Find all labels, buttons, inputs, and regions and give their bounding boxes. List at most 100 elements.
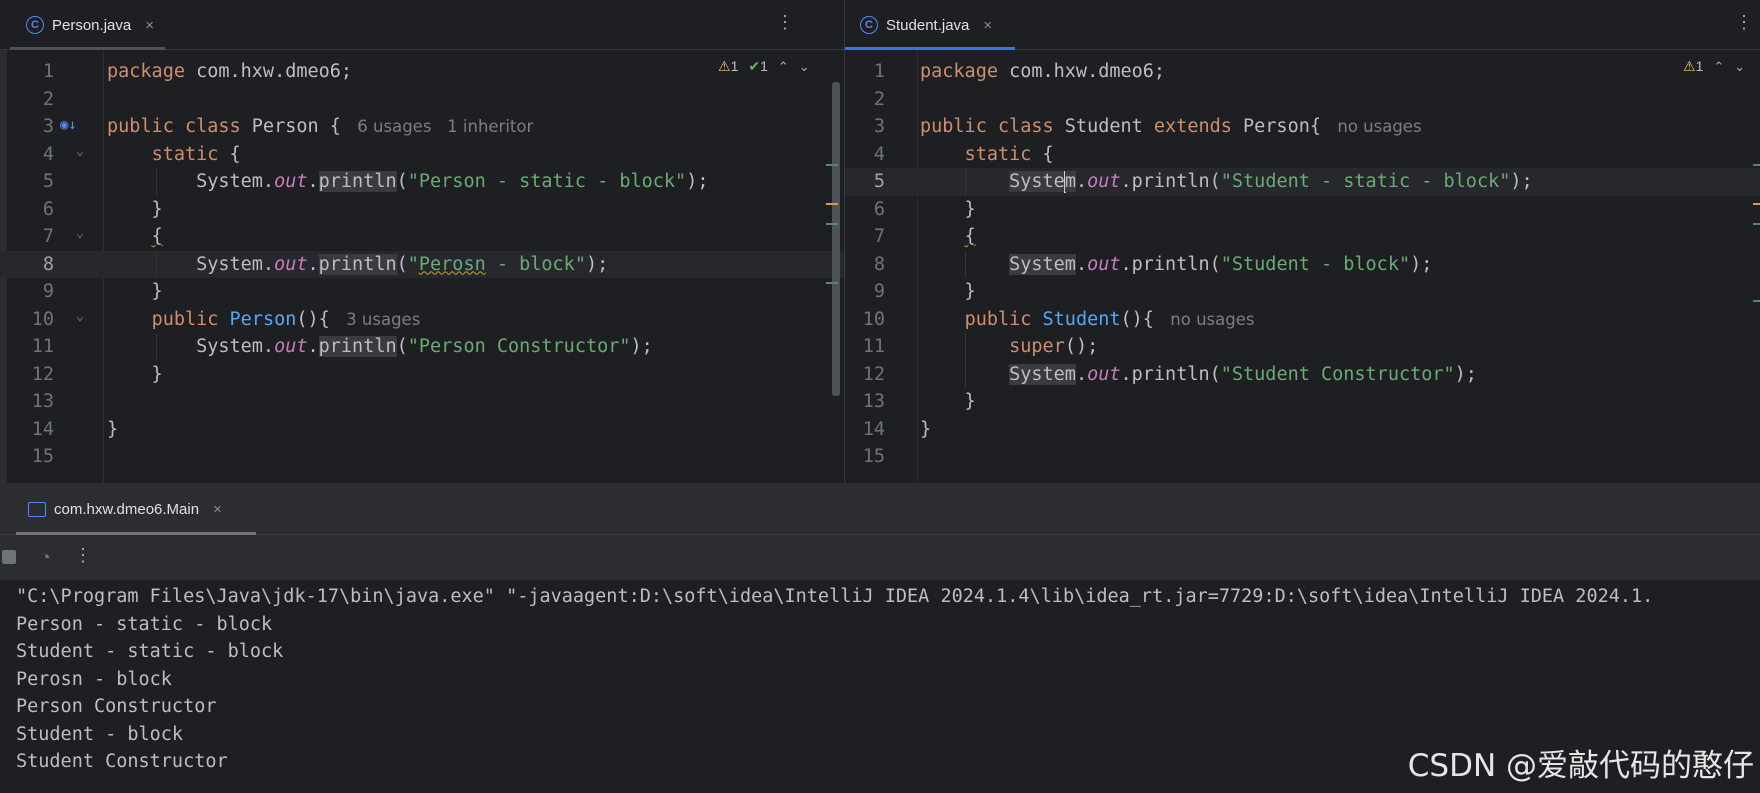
ok-count[interactable]: ✔1 <box>748 58 768 75</box>
code-text[interactable]: } <box>920 278 976 306</box>
line-number[interactable]: 5 <box>845 168 885 196</box>
inlay-hint[interactable]: 3 usages <box>341 310 420 329</box>
code-text[interactable]: } <box>920 196 976 224</box>
code-text[interactable]: } <box>107 278 163 306</box>
code-text[interactable]: public class Person { 6 usages 1 inherit… <box>107 113 533 141</box>
line-number[interactable]: 14 <box>0 416 54 444</box>
code-line[interactable]: 15 <box>845 443 1760 471</box>
warning-count[interactable]: ⚠1 <box>718 58 738 75</box>
run-tab-main[interactable]: com.hxw.dmeo6.Main × <box>28 483 222 535</box>
line-number[interactable]: 1 <box>845 58 885 86</box>
inlay-hint[interactable]: no usages <box>1165 310 1254 329</box>
close-icon[interactable]: × <box>145 17 154 34</box>
code-text[interactable]: static { <box>107 141 241 169</box>
code-line[interactable]: 13 } <box>845 388 1760 416</box>
line-number[interactable]: 11 <box>0 333 54 361</box>
editor-person[interactable]: C Person.java × ⋮ 1 package com.hxw.dmeo6… <box>0 0 844 483</box>
line-number[interactable]: 7 <box>0 223 54 251</box>
line-number[interactable]: 8 <box>0 251 54 279</box>
line-number[interactable]: 15 <box>0 443 54 471</box>
line-number[interactable]: 10 <box>0 306 54 334</box>
code-line[interactable]: 5 System.out.println("Student - static -… <box>845 168 1760 196</box>
override-marker-icon[interactable]: ◉↓ <box>60 117 77 133</box>
code-line[interactable]: 8 System.out.println("Student - block"); <box>845 251 1760 279</box>
inlay-hint[interactable]: no usages <box>1332 117 1421 136</box>
code-line[interactable]: 2 <box>845 86 1760 114</box>
close-icon[interactable]: × <box>983 17 992 34</box>
code-text[interactable]: } <box>920 416 931 444</box>
code-line[interactable]: 14} <box>845 416 1760 444</box>
line-number[interactable]: 9 <box>0 278 54 306</box>
code-area[interactable]: 1 package com.hxw.dmeo6; 2 3 public class St… <box>845 50 1760 483</box>
code-line[interactable]: 10 public Student(){ no usages <box>845 306 1760 334</box>
tab-person-java[interactable]: C Person.java × <box>26 0 154 50</box>
warning-count[interactable]: ⚠1 <box>1683 58 1703 75</box>
code-line[interactable]: 1 package com.hxw.dmeo6; <box>845 58 1760 86</box>
code-text[interactable]: } <box>920 388 976 416</box>
tab-student-java[interactable]: C Student.java × <box>860 0 992 50</box>
code-text[interactable]: package com.hxw.dmeo6; <box>920 58 1165 86</box>
chevron-up-icon[interactable]: ⌃ <box>778 59 789 75</box>
code-text[interactable]: System.out.println("Student - static - b… <box>920 168 1533 196</box>
code-text[interactable]: public class Student extends Person{ no … <box>920 113 1422 141</box>
code-text[interactable]: System.out.println("Person Constructor")… <box>107 333 653 361</box>
line-number[interactable]: 13 <box>0 388 54 416</box>
code-line[interactable]: 4 static { <box>845 141 1760 169</box>
line-number[interactable]: 1 <box>0 58 54 86</box>
vertical-scrollbar[interactable] <box>832 82 840 396</box>
line-number[interactable]: 4 <box>0 141 54 169</box>
inlay-hint[interactable]: 6 usages 1 inheritor <box>352 117 533 136</box>
line-number[interactable]: 11 <box>845 333 885 361</box>
line-number[interactable]: 6 <box>845 196 885 224</box>
code-text[interactable]: } <box>107 196 163 224</box>
fold-icon[interactable]: ⌄ <box>76 309 84 324</box>
fold-icon[interactable]: ⌄ <box>76 144 84 159</box>
editor-student[interactable]: C Student.java × ⋮ 1 package com.hxw.dmeo… <box>845 0 1760 483</box>
code-text[interactable]: super(); <box>920 333 1098 361</box>
code-line[interactable]: 3 public class Person { 6 usages 1 inheri… <box>0 113 844 141</box>
code-text[interactable]: public Student(){ no usages <box>920 306 1255 334</box>
line-number[interactable]: 5 <box>0 168 54 196</box>
code-line[interactable]: 7 { <box>0 223 844 251</box>
code-text[interactable]: { <box>107 223 163 251</box>
code-line[interactable]: 9 } <box>0 278 844 306</box>
code-line[interactable]: 7 { <box>845 223 1760 251</box>
code-line[interactable]: 10 public Person(){ 3 usages <box>0 306 844 334</box>
line-number[interactable]: 3 <box>845 113 885 141</box>
more-icon[interactable]: ⋮ <box>74 545 92 566</box>
code-line[interactable]: 11 super(); <box>845 333 1760 361</box>
line-number[interactable]: 2 <box>0 86 54 114</box>
line-number[interactable]: 10 <box>845 306 885 334</box>
inspection-widget[interactable]: ⚠1 ✔1 ⌃ ⌄ <box>718 58 810 75</box>
code-line[interactable]: 6 } <box>0 196 844 224</box>
code-text[interactable]: } <box>107 361 163 389</box>
code-line[interactable]: 11 System.out.println("Person Constructo… <box>0 333 844 361</box>
code-line[interactable]: 2 <box>0 86 844 114</box>
code-text[interactable]: System.out.println("Student - block"); <box>920 251 1432 279</box>
code-line[interactable]: 12 } <box>0 361 844 389</box>
code-line[interactable]: 5 System.out.println("Person - static - … <box>0 168 844 196</box>
chevron-down-icon[interactable]: ⌄ <box>1734 59 1745 75</box>
more-icon[interactable]: ⋮ <box>1735 12 1753 33</box>
code-text[interactable]: public Person(){ 3 usages <box>107 306 421 334</box>
code-text[interactable]: static { <box>920 141 1054 169</box>
gauge-icon[interactable]: ◔ <box>40 547 51 568</box>
code-line[interactable]: 14} <box>0 416 844 444</box>
code-line[interactable]: 3 public class Student extends Person{ no… <box>845 113 1760 141</box>
line-number[interactable]: 3 <box>0 113 54 141</box>
code-text[interactable]: } <box>107 416 118 444</box>
line-number[interactable]: 9 <box>845 278 885 306</box>
code-line[interactable]: 15 <box>0 443 844 471</box>
code-line[interactable]: 8 System.out.println("Perosn - block"); <box>0 250 844 279</box>
code-line[interactable]: 12 System.out.println("Student Construct… <box>845 361 1760 389</box>
chevron-down-icon[interactable]: ⌄ <box>799 59 810 75</box>
chevron-up-icon[interactable]: ⌃ <box>1713 59 1724 75</box>
more-icon[interactable]: ⋮ <box>776 12 794 33</box>
stop-icon[interactable] <box>2 550 16 564</box>
code-text[interactable]: package com.hxw.dmeo6; <box>107 58 352 86</box>
code-line[interactable]: 4 static { <box>0 141 844 169</box>
line-number[interactable]: 15 <box>845 443 885 471</box>
code-line[interactable]: 13 <box>0 388 844 416</box>
code-area[interactable]: 1 package com.hxw.dmeo6; 2 3 public class Pe… <box>0 50 844 483</box>
line-number[interactable]: 4 <box>845 141 885 169</box>
